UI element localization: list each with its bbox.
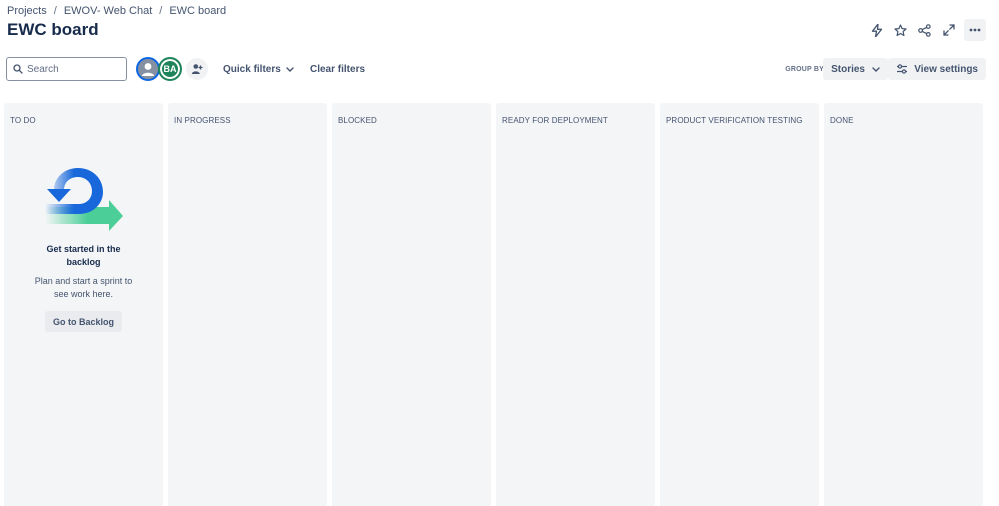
lightning-icon xyxy=(871,23,882,37)
search-icon xyxy=(13,64,23,74)
go-to-backlog-button[interactable]: Go to Backlog xyxy=(44,311,122,332)
column-to-do: TO DO Get started in the backlog Plan an… xyxy=(4,103,163,506)
search-box[interactable] xyxy=(6,57,127,81)
more-actions-button[interactable] xyxy=(964,19,986,41)
star-button[interactable] xyxy=(890,20,911,41)
automation-button[interactable] xyxy=(866,20,887,41)
group-by-label: GROUP BY xyxy=(785,65,824,73)
chevron-down-icon xyxy=(872,66,880,72)
page-title: EWC board xyxy=(7,20,99,39)
quick-filters-label: Quick filters xyxy=(223,63,281,75)
user-avatar[interactable] xyxy=(136,57,160,81)
column-blocked: BLOCKED xyxy=(332,103,491,506)
avatar-ba[interactable]: BA xyxy=(158,57,182,81)
empty-state-title: Get started in the backlog xyxy=(46,244,121,267)
settings-sliders-icon xyxy=(897,64,908,74)
column-title: DONE xyxy=(830,116,854,125)
breadcrumb-project[interactable]: EWOV- Web Chat xyxy=(64,5,152,17)
group-by-dropdown[interactable]: Stories xyxy=(823,58,888,80)
column-in-progress: IN PROGRESS xyxy=(168,103,327,506)
backlog-illustration xyxy=(44,168,123,231)
clear-filters-label: Clear filters xyxy=(310,63,366,75)
quick-filters-dropdown[interactable]: Quick filters xyxy=(216,57,301,81)
empty-state-description: Plan and start a sprint to see work here… xyxy=(34,276,133,299)
column-done: DONE xyxy=(824,103,983,506)
breadcrumb-projects[interactable]: Projects xyxy=(7,5,47,17)
person-icon xyxy=(138,59,158,79)
search-input[interactable] xyxy=(27,63,117,75)
board-actions xyxy=(866,19,986,41)
group-by-value: Stories xyxy=(831,63,865,75)
breadcrumb-separator: / xyxy=(53,5,57,17)
column-title: PRODUCT VERIFICATION TESTING xyxy=(666,116,803,125)
avatar-initials: BA xyxy=(163,64,177,74)
chevron-down-icon xyxy=(286,66,294,72)
share-icon xyxy=(918,23,931,37)
view-settings-button[interactable]: View settings xyxy=(888,58,986,80)
column-title: TO DO xyxy=(10,116,36,125)
breadcrumb-board[interactable]: EWC board xyxy=(169,5,226,17)
view-settings-label: View settings xyxy=(914,63,978,75)
board-toolbar: BA Quick filters Clear filters GROUP BY … xyxy=(6,57,986,81)
column-title: BLOCKED xyxy=(338,116,377,125)
breadcrumb: Projects / EWOV- Web Chat / EWC board xyxy=(7,4,226,18)
add-people-button[interactable] xyxy=(186,58,208,80)
column-ready-for-deployment: READY FOR DEPLOYMENT xyxy=(496,103,655,506)
add-person-icon xyxy=(191,64,203,74)
column-product-verification-testing: PRODUCT VERIFICATION TESTING xyxy=(660,103,819,506)
fullscreen-button[interactable] xyxy=(938,20,959,41)
expand-icon xyxy=(942,24,955,36)
more-icon xyxy=(969,28,981,32)
board: TO DO Get started in the backlog Plan an… xyxy=(4,103,984,506)
empty-state: Get started in the backlog Plan and star… xyxy=(4,167,163,332)
column-title: IN PROGRESS xyxy=(174,116,231,125)
share-button[interactable] xyxy=(914,20,935,41)
column-title: READY FOR DEPLOYMENT xyxy=(502,116,608,125)
clear-filters-button[interactable]: Clear filters xyxy=(303,57,372,81)
breadcrumb-separator: / xyxy=(159,5,163,17)
star-icon xyxy=(894,23,907,36)
